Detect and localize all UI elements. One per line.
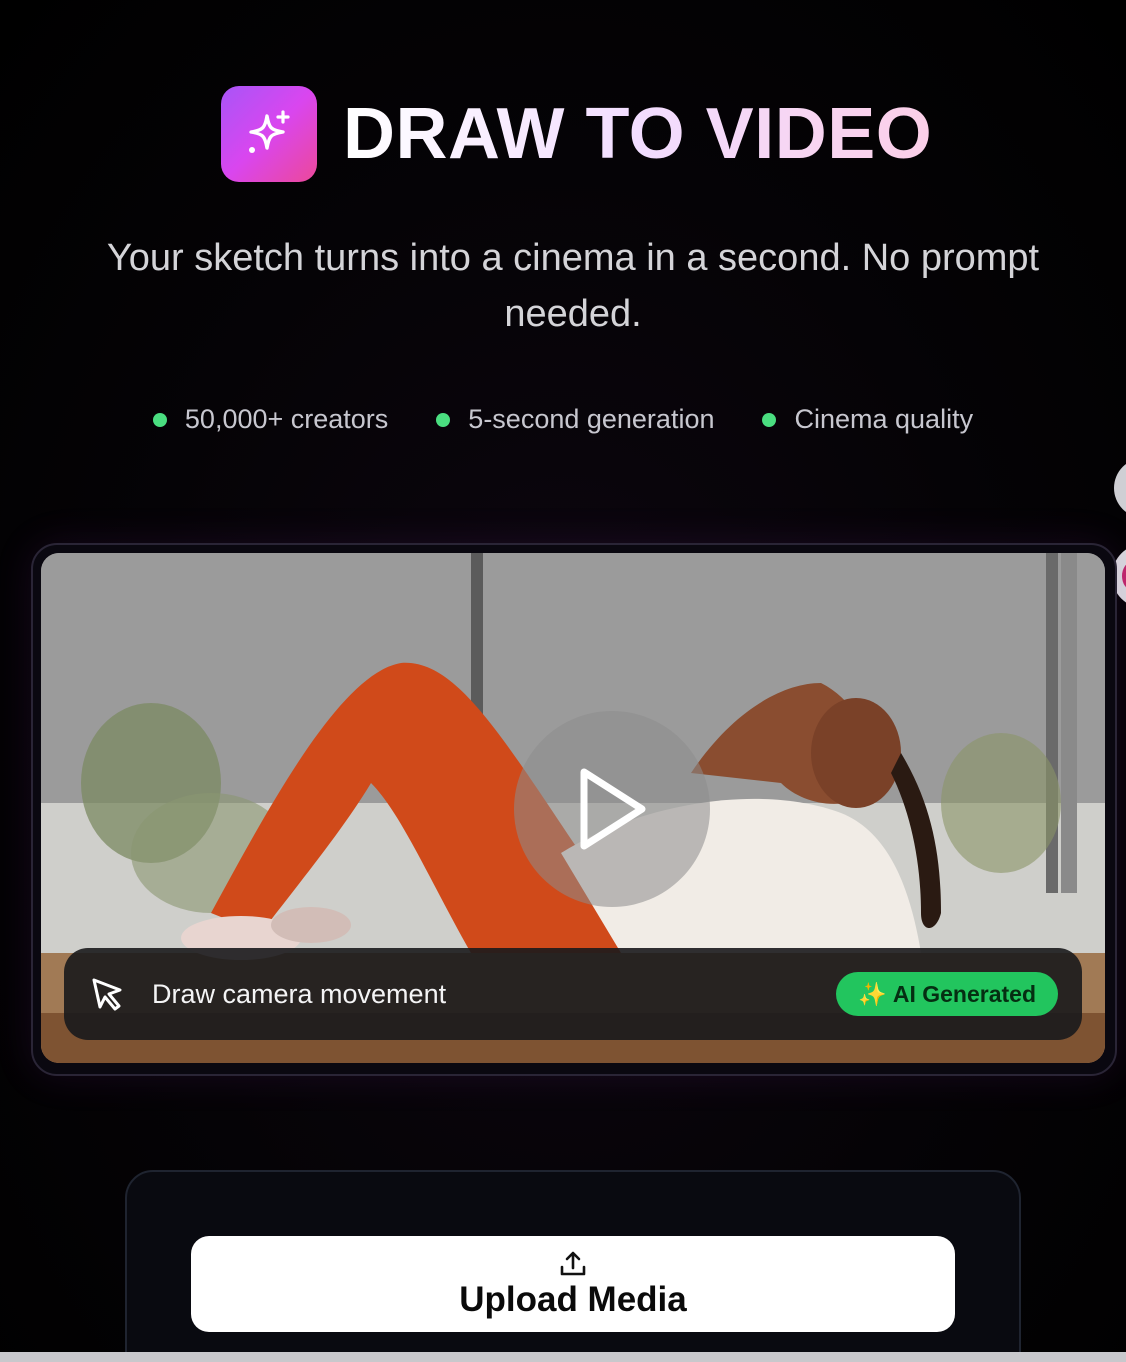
bottom-scroll-edge bbox=[0, 1352, 1126, 1362]
upload-media-button[interactable]: Upload Media bbox=[191, 1236, 955, 1332]
page-subtitle: Your sketch turns into a cinema in a sec… bbox=[106, 237, 1040, 335]
brand-header: DRAW TO VIDEO bbox=[221, 86, 932, 182]
page-title: DRAW TO VIDEO bbox=[343, 86, 932, 182]
side-toggle-button[interactable] bbox=[1114, 458, 1126, 518]
sparkles-icon bbox=[221, 86, 317, 182]
play-button[interactable] bbox=[514, 711, 710, 907]
ai-badge-label: AI Generated bbox=[892, 981, 1036, 1007]
upload-button-label: Upload Media bbox=[459, 1280, 687, 1319]
feature-item: Cinema quality bbox=[762, 404, 973, 435]
upload-icon bbox=[560, 1251, 586, 1276]
feature-list: 50,000+ creators 5-second generation Cin… bbox=[0, 404, 1126, 435]
sparkle-icon: ✨ bbox=[858, 981, 887, 1007]
status-dot-icon bbox=[762, 412, 777, 427]
cursor-icon bbox=[92, 978, 122, 1011]
caption-text: Draw camera movement bbox=[152, 979, 447, 1009]
caption-bar: Draw camera movement ✨ AI Generated bbox=[64, 948, 1082, 1040]
feature-item: 5-second generation bbox=[436, 404, 714, 435]
status-dot-icon bbox=[152, 412, 167, 427]
status-dot-icon bbox=[436, 412, 451, 427]
feature-label: 50,000+ creators bbox=[184, 404, 389, 434]
play-icon bbox=[580, 768, 646, 850]
feature-item: 50,000+ creators bbox=[152, 404, 389, 435]
feature-label: 5-second generation bbox=[468, 404, 715, 434]
page: DRAW TO VIDEO Your sketch turns into a c… bbox=[0, 0, 1126, 1362]
ai-generated-badge: ✨ AI Generated bbox=[836, 972, 1058, 1016]
feature-label: Cinema quality bbox=[794, 404, 974, 434]
video-player[interactable]: Draw camera movement ✨ AI Generated bbox=[41, 553, 1105, 1063]
